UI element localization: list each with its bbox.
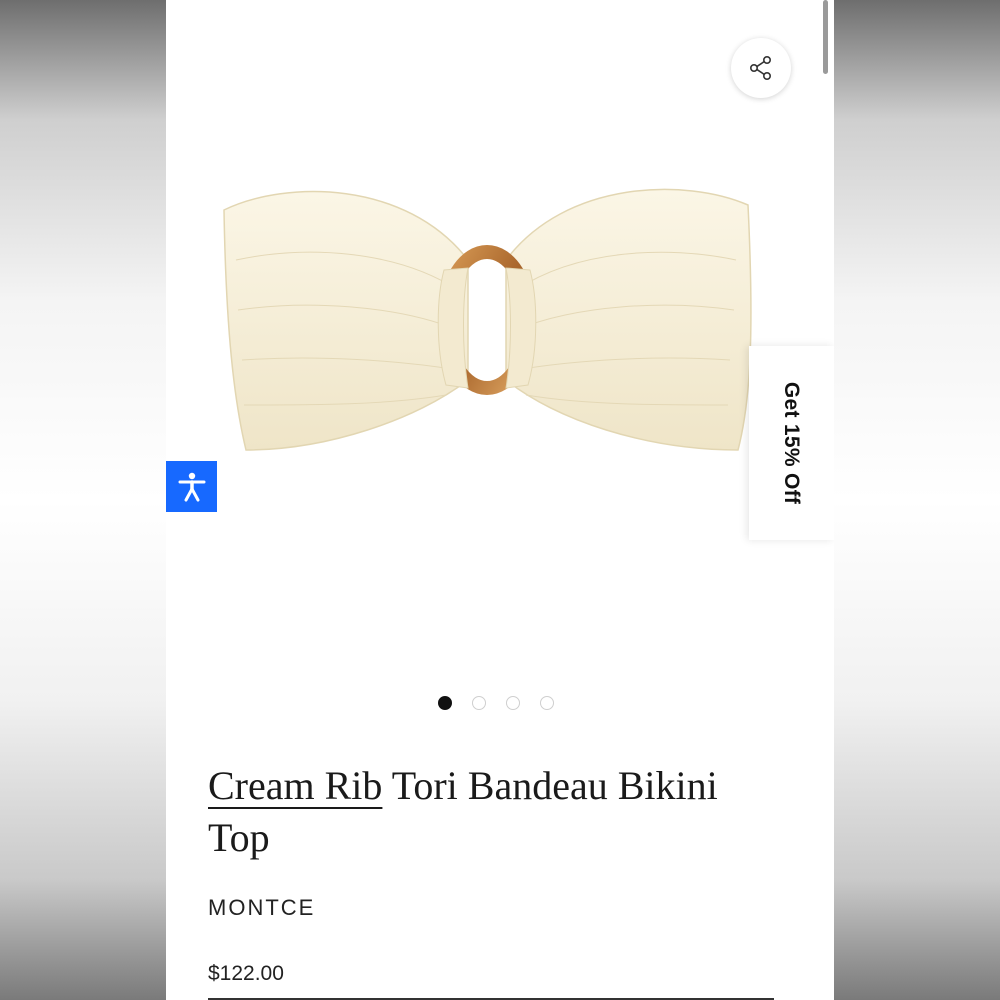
product-title-link[interactable]: Cream Rib [208, 763, 382, 808]
gallery-pagination [438, 696, 554, 710]
discount-promo-tab[interactable]: Get 15% Off [749, 346, 834, 540]
product-page: Get 15% Off Cream Rib Tori Bandeau Bikin… [166, 0, 834, 1000]
brand-name[interactable]: MONTCE [208, 895, 315, 921]
accessibility-button[interactable] [166, 461, 217, 512]
gallery-dot-1[interactable] [438, 696, 452, 710]
bikini-top-photo [223, 188, 752, 451]
gallery-dot-2[interactable] [472, 696, 486, 710]
product-price: $122.00 [208, 962, 284, 985]
share-icon [749, 55, 772, 80]
background-blur-right [834, 0, 1000, 1000]
product-title: Cream Rib Tori Bandeau Bikini Top [208, 760, 788, 864]
share-button[interactable] [731, 38, 791, 98]
promo-label: Get 15% Off [780, 381, 804, 505]
gallery-dot-3[interactable] [506, 696, 520, 710]
product-image[interactable] [206, 150, 766, 490]
background-blur-left [0, 0, 166, 1000]
gallery-dot-4[interactable] [540, 696, 554, 710]
scrollbar[interactable] [823, 0, 828, 74]
accessibility-icon [178, 472, 205, 501]
